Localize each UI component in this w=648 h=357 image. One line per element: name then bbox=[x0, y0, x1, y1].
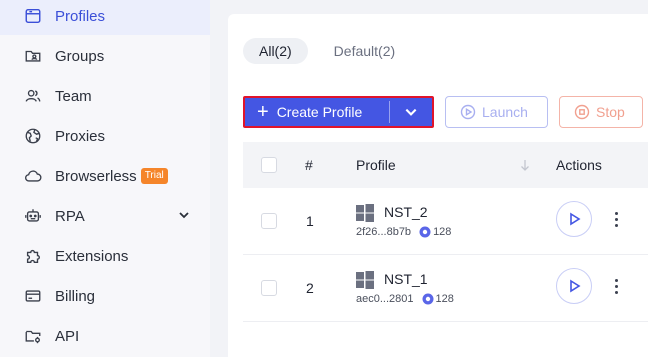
window-icon bbox=[23, 6, 43, 26]
profile-tabs: All(2) Default(2) bbox=[243, 38, 411, 64]
globe-icon bbox=[23, 126, 43, 146]
launch-profile-button[interactable] bbox=[556, 201, 592, 237]
play-icon bbox=[570, 212, 581, 226]
sidebar-item-label: Browserless bbox=[55, 167, 137, 185]
profile-name[interactable]: NST_2 bbox=[384, 204, 428, 220]
tab-default[interactable]: Default(2) bbox=[318, 38, 411, 64]
sidebar-item-label: Proxies bbox=[55, 127, 106, 145]
create-profile-button[interactable]: + Create Profile bbox=[243, 96, 434, 128]
row-number: 2 bbox=[306, 280, 314, 296]
table-row[interactable]: 1 NST_2 2f26...8b7b 128 bbox=[243, 188, 648, 255]
team-icon bbox=[23, 86, 43, 106]
header-actions: Actions bbox=[556, 157, 602, 173]
create-profile-label: Create Profile bbox=[276, 104, 363, 120]
puzzle-icon bbox=[23, 246, 43, 266]
sidebar-item-browserless[interactable]: Browserless Trial bbox=[0, 157, 210, 195]
sidebar-item-label: API bbox=[55, 327, 80, 345]
table-header: # Profile Actions bbox=[243, 142, 648, 188]
robot-icon bbox=[23, 206, 43, 226]
launch-label: Launch bbox=[482, 104, 528, 120]
launch-button[interactable]: Launch bbox=[445, 96, 548, 128]
select-all-checkbox[interactable] bbox=[261, 157, 277, 173]
sidebar-item-label: RPA bbox=[55, 207, 85, 225]
create-profile-dropdown[interactable] bbox=[390, 98, 432, 126]
browser-kernel-icon bbox=[419, 226, 431, 238]
cloud-icon bbox=[23, 166, 43, 186]
stop-circle-icon bbox=[574, 104, 590, 120]
profile-id: aec0...2801 bbox=[356, 293, 414, 305]
play-icon bbox=[570, 279, 581, 293]
sidebar-item-label: Extensions bbox=[55, 247, 129, 265]
sidebar-item-team[interactable]: Team bbox=[0, 77, 210, 115]
browser-kernel-icon bbox=[422, 293, 433, 305]
sidebar-item-billing[interactable]: Billing bbox=[0, 277, 210, 315]
plus-icon: + bbox=[257, 101, 269, 123]
more-options-button[interactable] bbox=[611, 274, 621, 298]
trial-badge: Trial bbox=[140, 168, 168, 184]
card-icon bbox=[23, 286, 43, 306]
sidebar-item-proxies[interactable]: Proxies bbox=[0, 117, 210, 155]
sidebar-item-api[interactable]: API bbox=[0, 317, 210, 355]
chevron-down-icon bbox=[405, 108, 417, 116]
stop-button[interactable]: Stop bbox=[559, 96, 643, 128]
windows-icon bbox=[356, 204, 374, 222]
profile-meta: 2f26...8b7b 128 bbox=[356, 226, 451, 238]
tab-all[interactable]: All(2) bbox=[243, 38, 308, 64]
more-options-button[interactable] bbox=[611, 207, 621, 231]
stop-label: Stop bbox=[596, 104, 625, 120]
sidebar-item-label: Groups bbox=[55, 47, 105, 65]
sidebar: Profiles Groups Team Proxies Browserless… bbox=[0, 0, 210, 357]
row-checkbox[interactable] bbox=[261, 213, 277, 229]
toolbar: + Create Profile Launch Stop bbox=[243, 96, 643, 128]
header-num: # bbox=[305, 157, 313, 173]
profile-meta: aec0...2801 128 bbox=[356, 293, 454, 305]
launch-profile-button[interactable] bbox=[556, 268, 592, 304]
kernel-version: 128 bbox=[433, 226, 452, 238]
api-folder-icon bbox=[23, 326, 43, 346]
row-checkbox[interactable] bbox=[261, 280, 277, 296]
header-profile: Profile bbox=[356, 157, 396, 173]
sidebar-item-label: Billing bbox=[55, 287, 96, 305]
table-row[interactable]: 2 NST_1 aec0...2801 128 bbox=[243, 255, 648, 322]
play-circle-icon bbox=[460, 104, 476, 120]
row-number: 1 bbox=[306, 213, 314, 229]
sidebar-item-rpa[interactable]: RPA bbox=[0, 197, 210, 235]
sidebar-item-label: Profiles bbox=[55, 7, 106, 25]
folder-user-icon bbox=[23, 46, 43, 66]
kernel-version: 128 bbox=[435, 293, 454, 305]
profile-id: 2f26...8b7b bbox=[356, 226, 412, 238]
sidebar-item-profiles[interactable]: Profiles bbox=[0, 0, 210, 35]
profiles-table: # Profile Actions 1 NST_2 2f26...8b7b 12… bbox=[243, 142, 648, 322]
sidebar-item-extensions[interactable]: Extensions bbox=[0, 237, 210, 275]
create-profile-main[interactable]: + Create Profile bbox=[245, 98, 389, 126]
sidebar-item-label: Team bbox=[55, 87, 92, 105]
profile-name[interactable]: NST_1 bbox=[384, 271, 428, 287]
sort-icon[interactable] bbox=[519, 158, 531, 172]
windows-icon bbox=[356, 271, 374, 289]
sidebar-item-groups[interactable]: Groups bbox=[0, 37, 210, 75]
main-panel: All(2) Default(2) + Create Profile Launc… bbox=[228, 14, 648, 357]
chevron-down-icon[interactable] bbox=[178, 209, 190, 221]
